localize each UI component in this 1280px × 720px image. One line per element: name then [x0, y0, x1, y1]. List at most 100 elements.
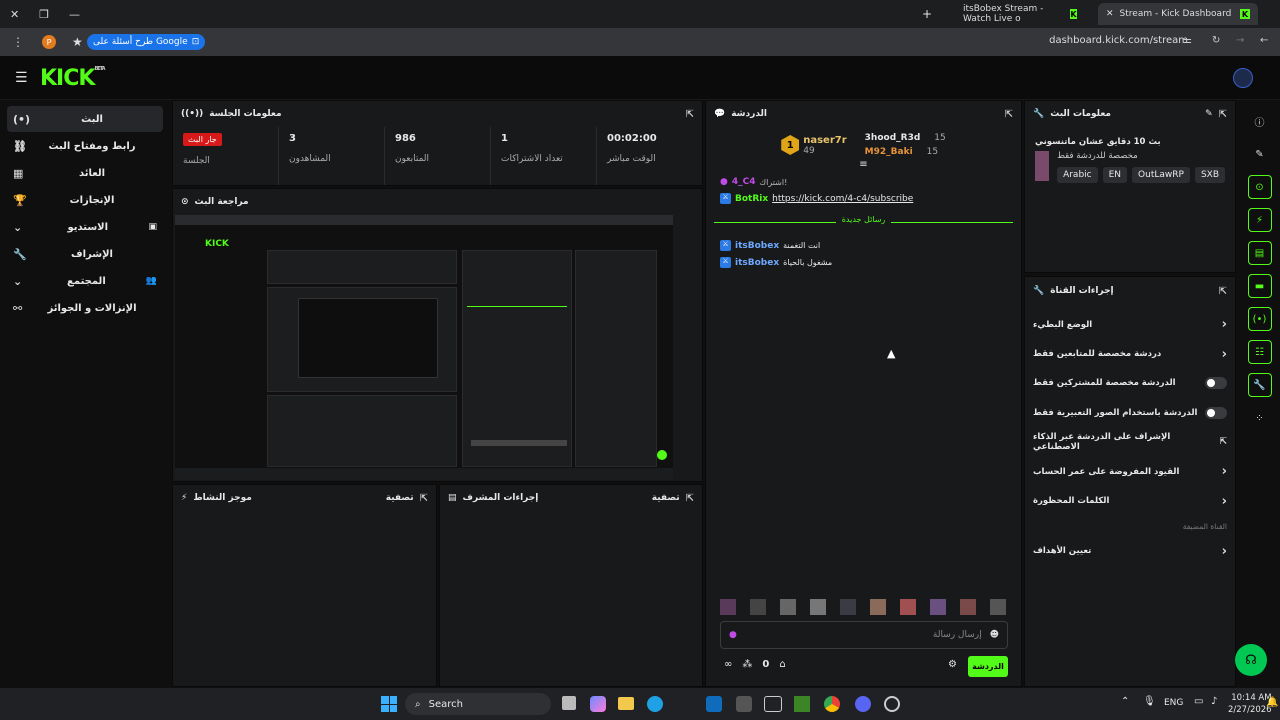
back-icon[interactable]: ← — [1260, 35, 1268, 46]
sidebar-item-studio[interactable]: ⌄ الاستديو ▣ — [7, 214, 163, 240]
tab-watch[interactable]: itsBobex Stream - Watch Live o K — [955, 3, 1085, 25]
minecraft-icon[interactable] — [794, 696, 810, 712]
sidebar-item-revenue[interactable]: ▦ العائد — [7, 160, 163, 186]
url-field[interactable]: dashboard.kick.com/stream — [1049, 35, 1188, 46]
popout-icon[interactable]: ⇱ — [1219, 286, 1227, 297]
edit-icon[interactable]: ✎ — [1205, 109, 1213, 119]
action-set-goals[interactable]: تعيين الأهداف › — [1025, 537, 1235, 566]
tab-close-icon[interactable]: ✕ — [1106, 9, 1114, 19]
info-icon[interactable]: ⓘ — [1248, 109, 1272, 133]
app-icon[interactable] — [736, 696, 752, 712]
google-ask-button[interactable]: طرح أسئلة على Google ⊡ — [87, 34, 206, 50]
hamburger-icon[interactable]: ☰ — [15, 70, 28, 86]
emote[interactable] — [780, 599, 796, 615]
emote[interactable] — [810, 599, 826, 615]
action-ai-moderation[interactable]: الإشراف على الدردشة عبر الذكاء الاصطناعي… — [1025, 428, 1235, 457]
notifications-icon[interactable]: 🔔 — [1266, 697, 1278, 708]
kick-logo[interactable]: KICKBETA — [40, 66, 106, 91]
mic-tray-icon[interactable]: 🎙 — [1143, 696, 1156, 707]
sidebar-item-stream[interactable]: (•) البث — [7, 106, 163, 132]
chat-username[interactable]: itsBobex — [735, 258, 779, 268]
tab-dashboard[interactable]: ✕ Stream - Kick Dashboard K — [1098, 3, 1258, 25]
store-icon[interactable]: ⌂ — [779, 659, 785, 670]
user-avatar[interactable] — [1233, 68, 1253, 88]
popout-icon[interactable]: ⇱ — [1219, 109, 1227, 120]
minimize-icon[interactable]: — — [69, 8, 80, 21]
volume-icon[interactable]: ♪ — [1211, 696, 1217, 707]
emote[interactable] — [930, 599, 946, 615]
infinity-icon[interactable]: ∞ — [724, 659, 732, 670]
subscribers-only-toggle[interactable] — [1205, 377, 1227, 390]
preview-icon[interactable]: ⊙ — [1247, 175, 1272, 199]
restore-icon[interactable]: ❐ — [39, 8, 49, 21]
copilot-icon[interactable] — [590, 696, 606, 712]
outlook-icon[interactable] — [706, 696, 722, 712]
chat-message[interactable]: ⚔ itsBobex مشغول بالحياة — [706, 254, 1021, 271]
chat-send-button[interactable]: الدردشة — [968, 656, 1008, 677]
chat-username[interactable]: itsBobex — [735, 241, 779, 251]
sidebar-item-community[interactable]: ⌄ المجتمع 👥 — [7, 268, 163, 294]
emote[interactable] — [900, 599, 916, 615]
doc-icon[interactable]: ▤ — [1247, 241, 1272, 265]
discord-icon[interactable] — [855, 696, 871, 712]
emote[interactable] — [990, 599, 1006, 615]
bookmark-star-icon[interactable]: ★ — [72, 35, 83, 49]
emote[interactable] — [720, 599, 736, 615]
reload-icon[interactable]: ↻ — [1212, 35, 1220, 46]
bolt-icon[interactable]: ⚡ — [1247, 208, 1272, 232]
edge-icon[interactable] — [647, 696, 663, 712]
chat-bubble-icon[interactable]: ▬ — [1247, 274, 1272, 298]
emote[interactable] — [840, 599, 856, 615]
collapse-leaderboard-icon[interactable]: ≡ — [706, 159, 1021, 170]
filter-button[interactable]: تصفية — [386, 493, 414, 503]
task-view-icon[interactable] — [562, 696, 576, 710]
network-icon[interactable]: ▭ — [1194, 696, 1203, 707]
emote[interactable] — [960, 599, 976, 615]
action-banned-words[interactable]: الكلمات المحظورة › — [1025, 486, 1235, 515]
edit-icon[interactable]: ✎ — [1248, 142, 1272, 166]
action-slow-mode[interactable]: الوضع البطيء › — [1025, 310, 1235, 339]
obs-icon[interactable] — [884, 696, 900, 712]
forward-icon[interactable]: → — [1236, 35, 1244, 46]
profile-avatar[interactable]: P — [42, 35, 56, 49]
menu-dots-icon[interactable]: ⋮ — [12, 35, 24, 49]
chat-message[interactable]: ● 4_C4 اشتراك! — [706, 174, 1021, 190]
chat-username[interactable]: 4_C4 — [732, 177, 756, 187]
tray-chevron-icon[interactable]: ⌃ — [1121, 696, 1129, 707]
sidebar-item-drops[interactable]: ⚯ الإنزالات و الجوائز — [7, 295, 163, 321]
emoji-icon[interactable]: ☻ — [990, 630, 999, 640]
sidebar-item-achievements[interactable]: 🏆 الإنجازات — [7, 187, 163, 213]
chat-message[interactable]: ⚔ itsBobex انت التغمنة — [706, 237, 1021, 254]
chat-message[interactable]: ⚔ BotRix https://kick.com/4-c4/subscribe — [706, 190, 1021, 207]
apps-icon[interactable]: ⁘ — [1248, 406, 1272, 430]
emotes-only-toggle[interactable] — [1205, 406, 1227, 419]
action-account-age[interactable]: القيود المفروضة على عمر الحساب › — [1025, 457, 1235, 486]
action-followers-only[interactable]: دردشة مخصصة للمتابعين فقط › — [1025, 339, 1235, 368]
sidebar-item-moderation[interactable]: 🔧 الإشراف — [7, 241, 163, 267]
emote[interactable] — [870, 599, 886, 615]
sidebar-item-stream-key[interactable]: ⛓ رابط ومفتاح البث — [7, 133, 163, 159]
keyboard-icon[interactable] — [764, 696, 782, 712]
leader-first[interactable]: 1 naser7r 49 — [781, 133, 847, 157]
stream-preview-video[interactable]: KICK — [175, 215, 673, 480]
new-tab-icon[interactable]: + — [922, 7, 932, 21]
popout-icon[interactable]: ⇱ — [1005, 109, 1013, 120]
popout-icon[interactable]: ⇱ — [420, 493, 428, 504]
chrome-icon[interactable] — [824, 696, 840, 712]
close-icon[interactable]: ✕ — [10, 8, 19, 21]
windows-start-icon[interactable] — [381, 696, 397, 712]
taskbar-search[interactable]: ⌕ Search — [405, 693, 551, 715]
language-indicator[interactable]: ENG — [1164, 698, 1183, 708]
popout-icon[interactable]: ⇱ — [686, 109, 694, 120]
popout-icon[interactable]: ⇱ — [686, 493, 694, 504]
support-headset-icon[interactable]: ☊ — [1235, 644, 1267, 676]
wrench-icon[interactable]: 🔧 — [1247, 373, 1272, 397]
leader-name[interactable]: 3hood_R3d — [865, 133, 921, 143]
filter-button[interactable]: تصفية — [652, 493, 680, 503]
layout-icon[interactable]: ☷ — [1247, 340, 1272, 364]
emote[interactable] — [750, 599, 766, 615]
chat-link[interactable]: https://kick.com/4-c4/subscribe — [772, 194, 913, 204]
chat-settings-icon[interactable]: ⚙ — [948, 659, 957, 670]
chat-username[interactable]: BotRix — [735, 194, 768, 204]
live-icon[interactable]: (•) — [1247, 307, 1272, 331]
